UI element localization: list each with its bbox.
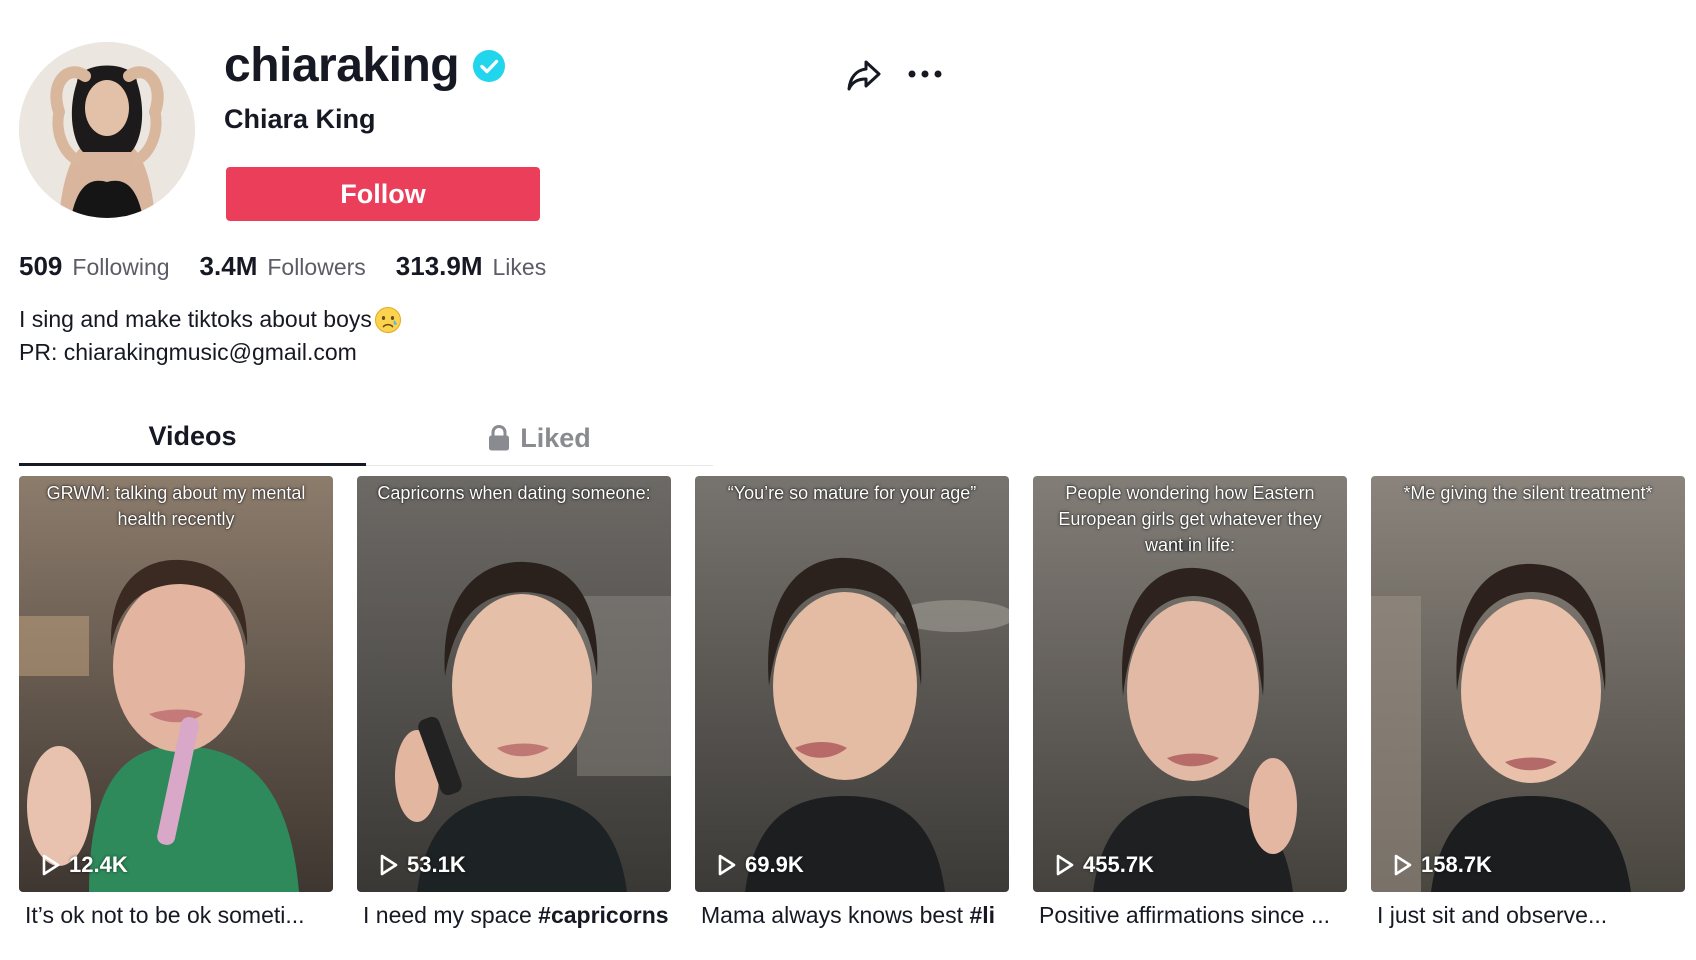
- share-arrow-icon[interactable]: [846, 58, 882, 92]
- video-caption[interactable]: Mama always knows best #li: [701, 902, 1011, 929]
- stat-value: 3.4M: [199, 251, 258, 281]
- bio: I sing and make tiktoks about boys PR: c…: [19, 303, 402, 369]
- play-icon: [380, 854, 398, 876]
- profile-stats: 509 Following 3.4M Followers 313.9M Like…: [19, 251, 546, 282]
- video-thumbnail[interactable]: GRWM: talking about my mental health rec…: [19, 476, 333, 892]
- video-overlay-text: *Me giving the silent treatment*: [1403, 483, 1653, 503]
- tab-liked[interactable]: Liked: [366, 410, 713, 466]
- video-thumbnail[interactable]: People wondering how Eastern European gi…: [1033, 476, 1347, 892]
- video-caption[interactable]: I need my space #capricorns: [363, 902, 673, 929]
- view-count-value: 53.1K: [407, 852, 466, 877]
- lock-icon: [489, 425, 510, 451]
- video-overlay-text: People wondering how Eastern European gi…: [1058, 483, 1322, 555]
- username: chiaraking: [224, 39, 460, 92]
- video-caption[interactable]: I just sit and observe...: [1377, 902, 1687, 929]
- view-count: 12.4K: [41, 852, 128, 878]
- video-card[interactable]: GRWM: talking about my mental health rec…: [19, 476, 333, 928]
- avatar[interactable]: [19, 42, 195, 218]
- video-thumbnail-image: [1371, 476, 1685, 892]
- username-row: chiaraking: [224, 34, 506, 98]
- video-overlay-text: GRWM: talking about my mental health rec…: [46, 483, 306, 529]
- play-icon: [718, 854, 736, 876]
- play-icon: [42, 854, 60, 876]
- video-thumbnail[interactable]: *Me giving the silent treatment* 158.7K: [1371, 476, 1685, 892]
- display-name: Chiara King: [224, 104, 376, 134]
- view-count: 69.9K: [717, 852, 804, 878]
- video-card[interactable]: “You’re so mature for your age” 69.9K Ma…: [695, 476, 1009, 928]
- view-count: 53.1K: [379, 852, 466, 878]
- view-count: 455.7K: [1055, 852, 1154, 878]
- crying-face-emoji-icon: [374, 306, 401, 333]
- caption-text: Mama always knows best: [701, 902, 970, 928]
- view-count-value: 69.9K: [745, 852, 804, 877]
- bio-contact: PR: chiarakingmusic@gmail.com: [19, 339, 357, 365]
- caption-hashtag[interactable]: #capricorns: [538, 902, 668, 928]
- tab-videos[interactable]: Videos: [19, 410, 366, 466]
- stat-value: 509: [19, 251, 63, 281]
- video-caption[interactable]: It’s ok not to be ok someti...: [25, 902, 335, 929]
- video-thumbnail-image: [19, 476, 333, 892]
- stat-label: Following: [72, 254, 170, 280]
- verified-badge-icon: [473, 50, 506, 82]
- stat-label: Followers: [267, 254, 366, 280]
- play-icon: [1394, 854, 1412, 876]
- video-thumbnail[interactable]: Capricorns when dating someone: 53.1K: [357, 476, 671, 892]
- video-card[interactable]: Capricorns when dating someone: 53.1K I …: [357, 476, 671, 928]
- video-thumbnail-image: [695, 476, 1009, 892]
- view-count-value: 455.7K: [1083, 852, 1154, 877]
- profile-page: chiaraking Chiara King Follow 509 Follow…: [0, 0, 1696, 960]
- video-card[interactable]: *Me giving the silent treatment* 158.7K …: [1371, 476, 1685, 928]
- caption-hashtag[interactable]: #li: [969, 902, 995, 928]
- video-caption[interactable]: Positive affirmations since ...: [1039, 902, 1349, 929]
- video-thumbnail[interactable]: “You’re so mature for your age” 69.9K: [695, 476, 1009, 892]
- profile-tabs: Videos Liked: [19, 410, 713, 466]
- tab-liked-label: Liked: [520, 422, 591, 453]
- video-card[interactable]: People wondering how Eastern European gi…: [1033, 476, 1347, 928]
- video-overlay-text: “You’re so mature for your age”: [727, 483, 977, 503]
- caption-text: I need my space: [363, 902, 539, 928]
- view-count-value: 158.7K: [1421, 852, 1492, 877]
- follow-button[interactable]: Follow: [226, 167, 540, 221]
- view-count-value: 12.4K: [69, 852, 128, 877]
- stat-value: 313.9M: [395, 251, 483, 281]
- video-overlay-text: Capricorns when dating someone:: [377, 483, 651, 503]
- stat-following[interactable]: 509 Following: [19, 251, 170, 282]
- bio-line: I sing and make tiktoks about boys: [19, 303, 402, 336]
- bio-text: I sing and make tiktoks about boys: [19, 306, 372, 332]
- more-dots-icon[interactable]: [906, 62, 944, 86]
- stat-followers[interactable]: 3.4M Followers: [200, 251, 366, 282]
- view-count: 158.7K: [1393, 852, 1492, 878]
- stat-likes: 313.9M Likes: [396, 251, 546, 282]
- stat-label: Likes: [492, 254, 547, 280]
- video-thumbnail-image: [357, 476, 671, 892]
- play-icon: [1056, 854, 1074, 876]
